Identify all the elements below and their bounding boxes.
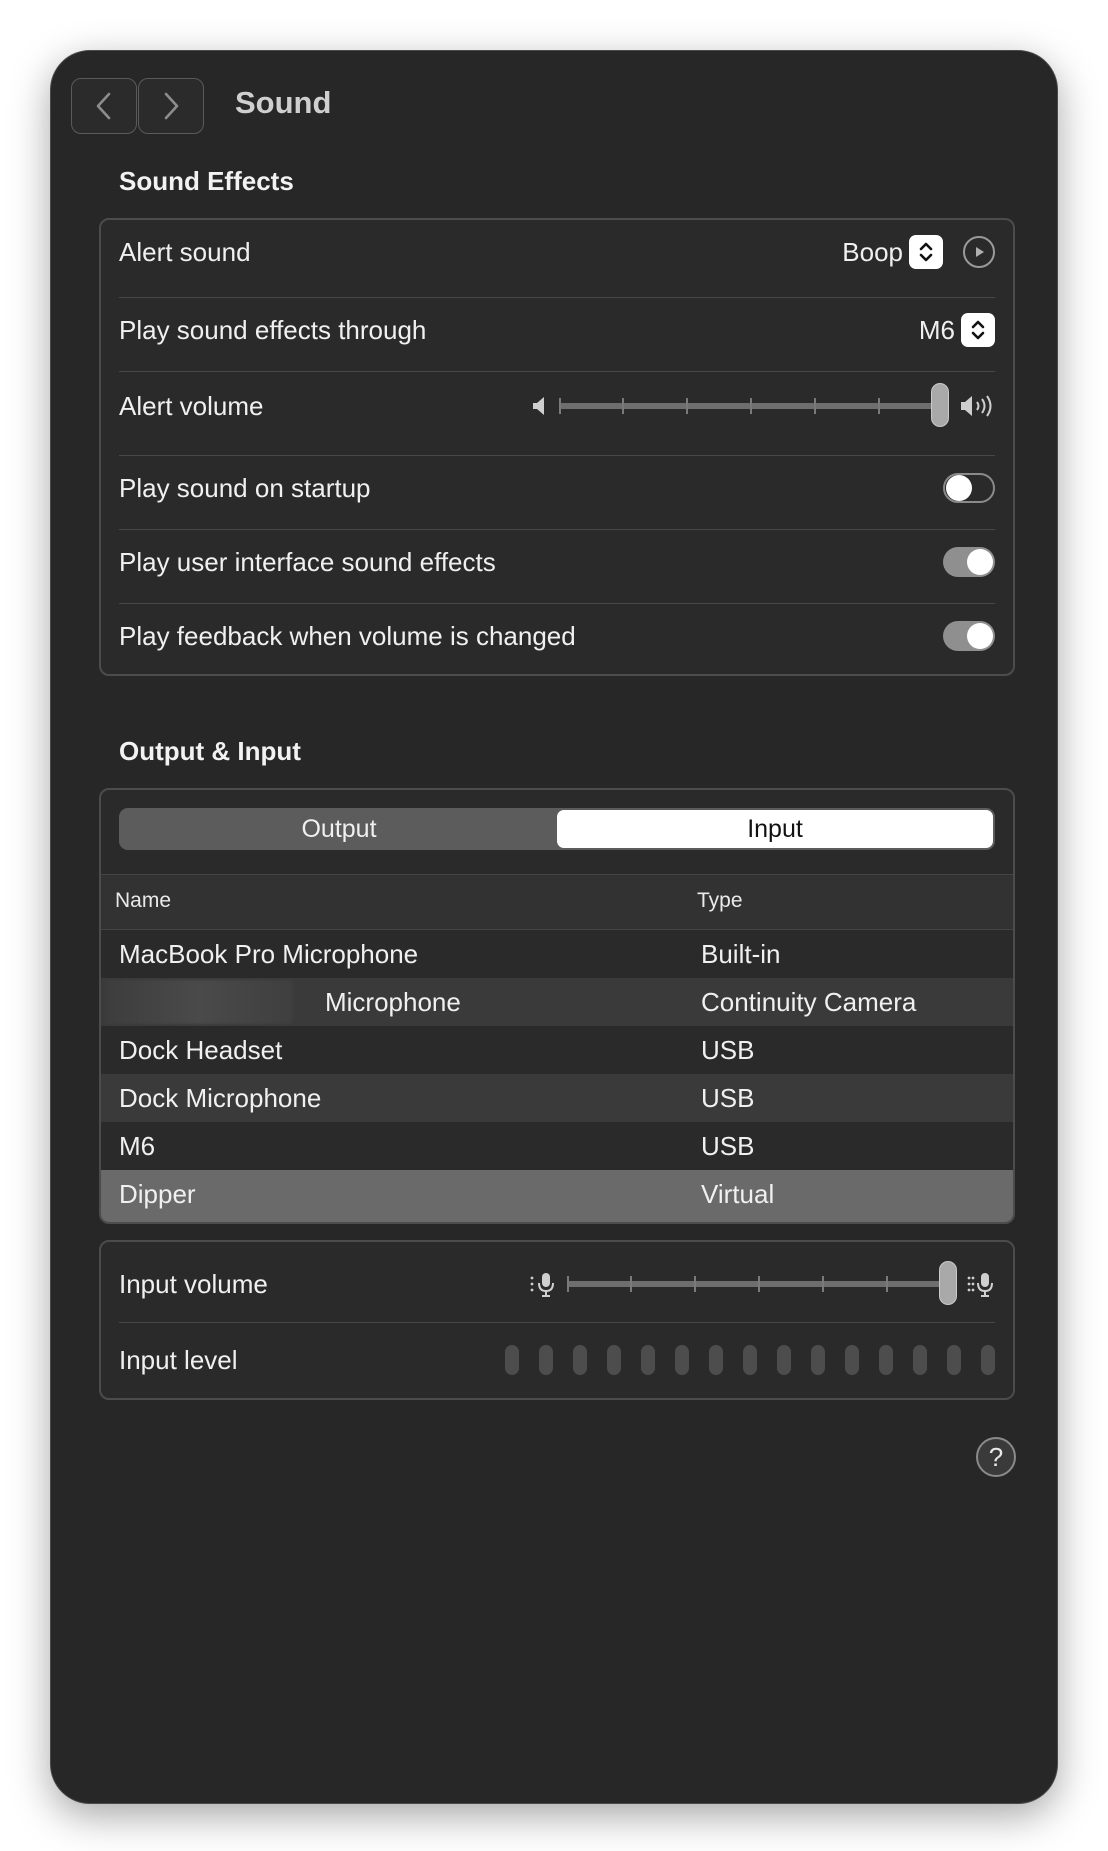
redacted-name-blur xyxy=(105,980,293,1024)
level-bar xyxy=(641,1345,655,1375)
table-row-selected[interactable]: Dipper Virtual xyxy=(101,1170,1013,1222)
row-name: Dipper xyxy=(119,1179,196,1209)
table-row[interactable]: MacBook Pro Microphone Built-in xyxy=(101,930,1013,978)
row-type: Built-in xyxy=(701,939,781,969)
microphone-low-icon xyxy=(530,1273,554,1297)
column-header-name[interactable]: Name xyxy=(115,889,171,913)
input-volume-slider[interactable] xyxy=(529,1261,995,1305)
output-input-heading: Output & Input xyxy=(119,736,301,766)
play-through-value: M6 xyxy=(918,314,955,345)
level-bar xyxy=(675,1345,689,1375)
play-through-popup[interactable]: M6 xyxy=(919,313,995,347)
alert-sound-label: Alert sound xyxy=(119,236,251,267)
play-through-row: Play sound effects through M6 xyxy=(119,300,995,360)
row-type: USB xyxy=(701,1083,755,1113)
question-mark-icon: ? xyxy=(988,1441,1004,1472)
table-row[interactable]: M6 USB xyxy=(101,1122,1013,1170)
input-level-meter xyxy=(505,1345,995,1375)
input-volume-track[interactable] xyxy=(567,1261,957,1305)
table-header: Name Type xyxy=(101,874,1013,930)
row-name: M6 xyxy=(119,1131,156,1161)
speaker-high-icon xyxy=(961,395,992,417)
level-bar xyxy=(573,1345,587,1375)
help-button[interactable]: ? xyxy=(976,1437,1016,1477)
ui-effects-toggle[interactable] xyxy=(943,547,995,577)
row-name: Dock Microphone xyxy=(119,1083,322,1113)
input-level-label: Input level xyxy=(119,1344,238,1375)
alert-volume-track[interactable] xyxy=(559,383,949,427)
row-type: USB xyxy=(701,1131,755,1161)
ui-effects-row: Play user interface sound effects xyxy=(119,530,995,594)
feedback-label: Play feedback when volume is changed xyxy=(119,620,576,651)
level-bar xyxy=(913,1345,927,1375)
level-bar xyxy=(607,1345,621,1375)
row-type: USB xyxy=(701,1035,755,1065)
level-bar xyxy=(981,1345,995,1375)
startup-row: Play sound on startup xyxy=(119,456,995,520)
back-button[interactable] xyxy=(71,78,137,134)
level-bar xyxy=(811,1345,825,1375)
play-through-label: Play sound effects through xyxy=(119,314,427,345)
microphone-high-icon xyxy=(967,1273,993,1297)
level-bar xyxy=(845,1345,859,1375)
tab-output[interactable]: Output xyxy=(121,810,557,848)
alert-sound-value: Boop xyxy=(842,236,903,267)
up-down-chevron-icon xyxy=(961,313,995,347)
level-bar xyxy=(709,1345,723,1375)
level-bar xyxy=(947,1345,961,1375)
play-icon[interactable] xyxy=(963,236,995,268)
alert-volume-row: Alert volume xyxy=(119,376,995,436)
row-type: Continuity Camera xyxy=(701,987,917,1017)
ui-effects-label: Play user interface sound effects xyxy=(119,546,496,577)
alert-volume-thumb[interactable] xyxy=(931,383,949,427)
chevron-left-icon xyxy=(96,92,111,120)
tab-input[interactable]: Input xyxy=(557,810,993,848)
alert-volume-label: Alert volume xyxy=(119,390,264,421)
row-name: MacBook Pro Microphone xyxy=(119,939,419,969)
table-row[interactable]: Dock Microphone USB xyxy=(101,1074,1013,1122)
startup-toggle[interactable] xyxy=(943,473,995,503)
alert-volume-slider[interactable] xyxy=(531,383,995,427)
row-type: Virtual xyxy=(701,1179,775,1209)
output-input-segmented-control: Output Input xyxy=(119,808,995,850)
feedback-toggle[interactable] xyxy=(943,621,995,651)
sound-settings-window: Sound Sound Effects Alert sound Boop Pla… xyxy=(50,50,1058,1804)
input-volume-row: Input volume xyxy=(119,1254,995,1314)
sound-effects-heading: Sound Effects xyxy=(119,166,294,196)
startup-label: Play sound on startup xyxy=(119,472,371,503)
sound-effects-group: Alert sound Boop Play sound effects thro… xyxy=(99,218,1015,676)
input-level-row: Input level xyxy=(119,1330,995,1390)
feedback-row: Play feedback when volume is changed xyxy=(119,604,995,668)
chevron-right-icon xyxy=(164,92,179,120)
row-name: Dock Headset xyxy=(119,1035,283,1065)
output-input-group: Output Input Name Type MacBook Pro Micro… xyxy=(99,788,1015,1224)
level-bar xyxy=(539,1345,553,1375)
window-title: Sound xyxy=(235,85,332,120)
alert-sound-popup[interactable]: Boop xyxy=(842,235,995,269)
speaker-low-icon xyxy=(533,397,544,415)
row-name: Microphone xyxy=(325,987,461,1017)
input-volume-label: Input volume xyxy=(119,1268,268,1299)
input-group: Input volume Input level xyxy=(99,1240,1015,1400)
forward-button[interactable] xyxy=(138,78,204,134)
table-row[interactable]: Dock Headset USB xyxy=(101,1026,1013,1074)
column-header-type[interactable]: Type xyxy=(697,889,743,913)
up-down-chevron-icon xyxy=(909,235,943,269)
level-bar xyxy=(505,1345,519,1375)
input-volume-thumb[interactable] xyxy=(939,1261,957,1305)
level-bar xyxy=(879,1345,893,1375)
level-bar xyxy=(777,1345,791,1375)
level-bar xyxy=(743,1345,757,1375)
table-row[interactable]: Microphone Continuity Camera xyxy=(101,978,1013,1026)
alert-sound-row: Alert sound Boop xyxy=(119,234,995,270)
